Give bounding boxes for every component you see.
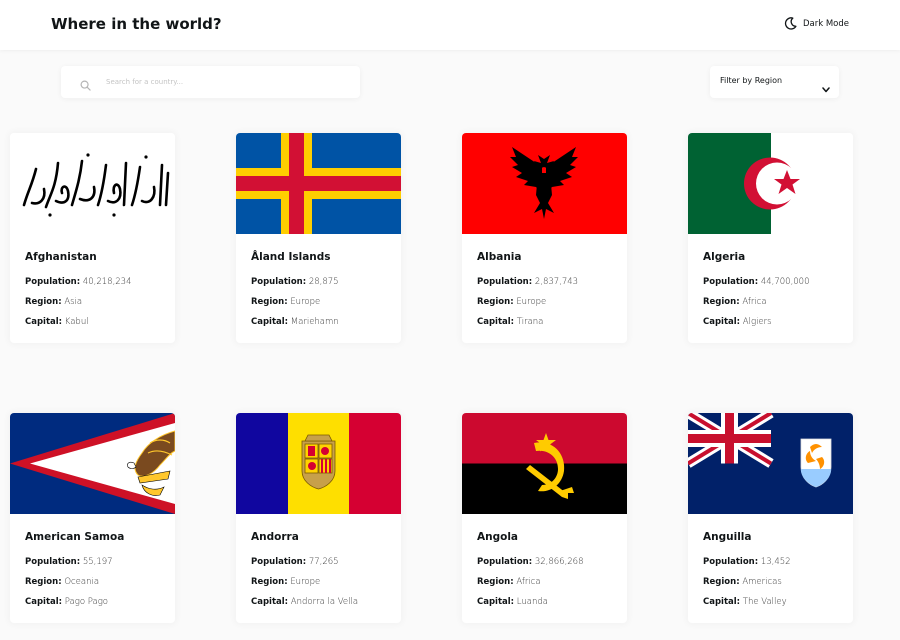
country-name: Anguilla	[703, 531, 752, 543]
country-capital: Capital: Andorra la Vella	[251, 597, 359, 607]
country-name: Albania	[477, 251, 522, 263]
country-capital: Capital: The Valley	[703, 597, 787, 607]
country-card[interactable]: Andorra Population: 77,265 Region: Europ…	[236, 413, 401, 623]
search-icon	[80, 76, 91, 91]
country-population: Population: 13,452	[703, 557, 791, 567]
country-name: American Samoa	[25, 531, 125, 543]
country-card[interactable]: American Samoa Population: 55,197 Region…	[10, 413, 175, 623]
country-capital: Capital: Tirana	[477, 317, 544, 327]
country-population: Population: 2,837,743	[477, 277, 579, 287]
country-name: Angola	[477, 531, 519, 543]
country-population: Population: 77,265	[251, 557, 339, 567]
andorra-flag	[236, 413, 401, 514]
app-title: Where in the world?	[51, 15, 222, 33]
country-region: Region: Oceania	[25, 577, 100, 587]
country-card[interactable]: Afghanistan Population: 40,218,234 Regio…	[10, 133, 175, 343]
region-filter-label: Filter by Region	[720, 76, 783, 85]
app-header: Where in the world? Dark Mode	[0, 0, 900, 50]
country-region: Region: Africa	[477, 577, 541, 587]
region-filter-dropdown[interactable]: Filter by Region	[710, 66, 839, 98]
country-card[interactable]: Anguilla Population: 13,452 Region: Amer…	[688, 413, 853, 623]
moon-icon	[784, 17, 797, 30]
country-region: Region: Europe	[251, 297, 321, 307]
country-capital: Capital: Pago Pago	[25, 597, 109, 607]
country-card[interactable]: Albania Population: 2,837,743 Region: Eu…	[462, 133, 627, 343]
anguilla-flag	[688, 413, 853, 514]
country-card[interactable]: Åland Islands Population: 28,875 Region:…	[236, 133, 401, 343]
search-box[interactable]	[61, 66, 360, 98]
algeria-flag	[688, 133, 853, 234]
country-capital: Capital: Kabul	[25, 317, 89, 327]
country-card[interactable]: Algeria Population: 44,700,000 Region: A…	[688, 133, 853, 343]
country-capital: Capital: Algiers	[703, 317, 772, 327]
country-name: Algeria	[703, 251, 746, 263]
dark-mode-label: Dark Mode	[802, 18, 849, 29]
country-region: Region: Europe	[251, 577, 321, 587]
country-population: Population: 55,197	[25, 557, 113, 567]
afghanistan-flag	[10, 133, 175, 234]
country-card[interactable]: Angola Population: 32,866,268 Region: Af…	[462, 413, 627, 623]
country-capital: Capital: Luanda	[477, 597, 548, 607]
country-population: Population: 40,218,234	[25, 277, 132, 287]
country-region: Region: Asia	[25, 297, 83, 307]
country-population: Population: 32,866,268	[477, 557, 584, 567]
chevron-down-icon	[822, 78, 830, 93]
country-region: Region: Americas	[703, 577, 782, 587]
country-name: Andorra	[251, 531, 299, 543]
angola-flag	[462, 413, 627, 514]
american-samoa-flag	[10, 413, 175, 514]
albania-flag	[462, 133, 627, 234]
country-name: Afghanistan	[25, 251, 97, 263]
aland-islands-flag	[236, 133, 401, 234]
country-region: Region: Africa	[703, 297, 767, 307]
country-capital: Capital: Mariehamn	[251, 317, 339, 327]
dark-mode-toggle[interactable]: Dark Mode	[784, 17, 849, 30]
country-region: Region: Europe	[477, 297, 547, 307]
country-population: Population: 44,700,000	[703, 277, 810, 287]
country-population: Population: 28,875	[251, 277, 339, 287]
country-name: Åland Islands	[251, 251, 331, 263]
search-input[interactable]	[106, 66, 346, 98]
